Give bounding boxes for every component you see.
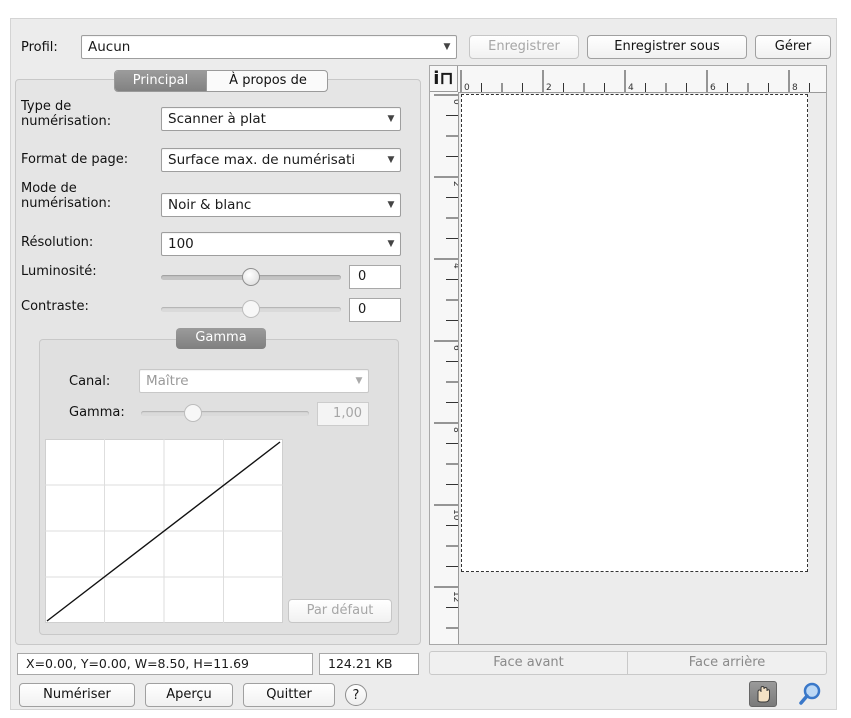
help-button[interactable]: ? [345, 684, 367, 706]
ruler-label: 6 [451, 345, 459, 351]
slider-knob[interactable] [242, 268, 260, 286]
chevron-down-icon: ▼ [387, 114, 395, 124]
hand-tool-button[interactable] [749, 681, 777, 707]
tab-bar: Principal À propos de [114, 70, 328, 92]
chevron-down-icon: ▼ [387, 200, 395, 210]
gamma-slider[interactable] [141, 403, 313, 423]
slider-knob[interactable] [242, 300, 260, 318]
back-side-button[interactable]: Face arrière [628, 651, 827, 675]
hand-tool-icon [757, 685, 770, 703]
scan-type-select[interactable]: Scanner à plat ▼ [161, 107, 401, 131]
ruler-label: 8 [792, 83, 798, 93]
coordinates-field: X=0.00, Y=0.00, W=8.50, H=11.69 [17, 653, 313, 675]
tab-principal[interactable]: Principal [115, 71, 206, 91]
brightness-slider[interactable] [161, 267, 343, 287]
chevron-down-icon: ▼ [387, 239, 395, 249]
scan-selection-box[interactable] [461, 94, 808, 572]
ruler-label: 6 [710, 83, 716, 93]
brightness-value-field[interactable]: 0 [349, 265, 401, 289]
resolution-value: 100 [168, 236, 194, 252]
scan-button[interactable]: Numériser [19, 683, 135, 707]
scan-mode-value: Noir & blanc [168, 197, 252, 213]
ruler-label: 8 [451, 427, 459, 433]
profile-select[interactable]: Aucun ▼ [81, 35, 457, 59]
gamma-label: Gamma: [69, 405, 125, 420]
scanner-dialog: Profil: Aucun ▼ Enregistrer Enregistrer … [10, 18, 837, 710]
resolution-label: Résolution: [21, 235, 94, 250]
file-size-field: 124.21 KB [319, 653, 419, 675]
page-size-value: Surface max. de numérisati [168, 152, 356, 168]
resolution-select[interactable]: 100 ▼ [161, 232, 401, 256]
default-button[interactable]: Par défaut [288, 599, 392, 623]
ruler-label: 0 [464, 83, 470, 93]
ruler-label: 2 [546, 83, 552, 93]
quit-button[interactable]: Quitter [243, 683, 335, 707]
channel-select[interactable]: Maître ▼ [139, 369, 369, 393]
channel-label: Canal: [69, 374, 111, 389]
scan-type-value: Scanner à plat [168, 111, 266, 127]
profile-label: Profil: [21, 40, 58, 55]
gamma-title: Gamma [176, 328, 266, 349]
scan-mode-select[interactable]: Noir & blanc ▼ [161, 193, 401, 217]
ruler-label: 2 [451, 181, 459, 187]
slider-knob[interactable] [184, 404, 202, 422]
brightness-label: Luminosité: [21, 264, 97, 279]
channel-value: Maître [146, 373, 189, 389]
page-size-label: Format de page: [21, 152, 129, 167]
vertical-ruler: 0 2 4 6 8 10 12 [430, 92, 459, 644]
ruler-label: 12 [451, 591, 459, 602]
scan-mode-label: Mode de numérisation: [21, 181, 112, 211]
ruler-label: 0 [451, 99, 459, 105]
chevron-down-icon: ▼ [387, 155, 395, 165]
chevron-down-icon: ▼ [355, 376, 363, 386]
contrast-slider[interactable] [161, 299, 343, 319]
ruler-label: 4 [451, 263, 459, 269]
scan-type-label: Type de numérisation: [21, 99, 112, 129]
profile-value: Aucun [88, 39, 131, 55]
zoom-button[interactable] [795, 681, 825, 707]
preview-area: i⊓ 0 2 4 6 8 0 2 4 6 8 10 12 [429, 65, 827, 645]
contrast-value-field[interactable]: 0 [349, 298, 401, 322]
preview-canvas[interactable] [459, 93, 826, 644]
gamma-value-field[interactable]: 1,00 [317, 402, 369, 426]
gamma-curve-graph[interactable] [45, 439, 283, 623]
preview-button[interactable]: Aperçu [145, 683, 233, 707]
horizontal-ruler: 0 2 4 6 8 [458, 66, 826, 93]
zoom-icon [799, 682, 821, 705]
front-side-button[interactable]: Face avant [429, 651, 628, 675]
contrast-label: Contraste: [21, 299, 89, 314]
save-as-button[interactable]: Enregistrer sous [587, 35, 747, 59]
ruler-label: 4 [628, 83, 634, 93]
manage-button[interactable]: Gérer [755, 35, 831, 59]
ruler-unit-icon[interactable]: i⊓ [430, 66, 458, 92]
save-button[interactable]: Enregistrer [469, 35, 579, 59]
tab-about[interactable]: À propos de [206, 71, 327, 91]
chevron-down-icon: ▼ [443, 42, 451, 52]
slider-track [141, 411, 309, 416]
page-size-select[interactable]: Surface max. de numérisati ▼ [161, 148, 401, 172]
ruler-label: 10 [451, 509, 459, 521]
